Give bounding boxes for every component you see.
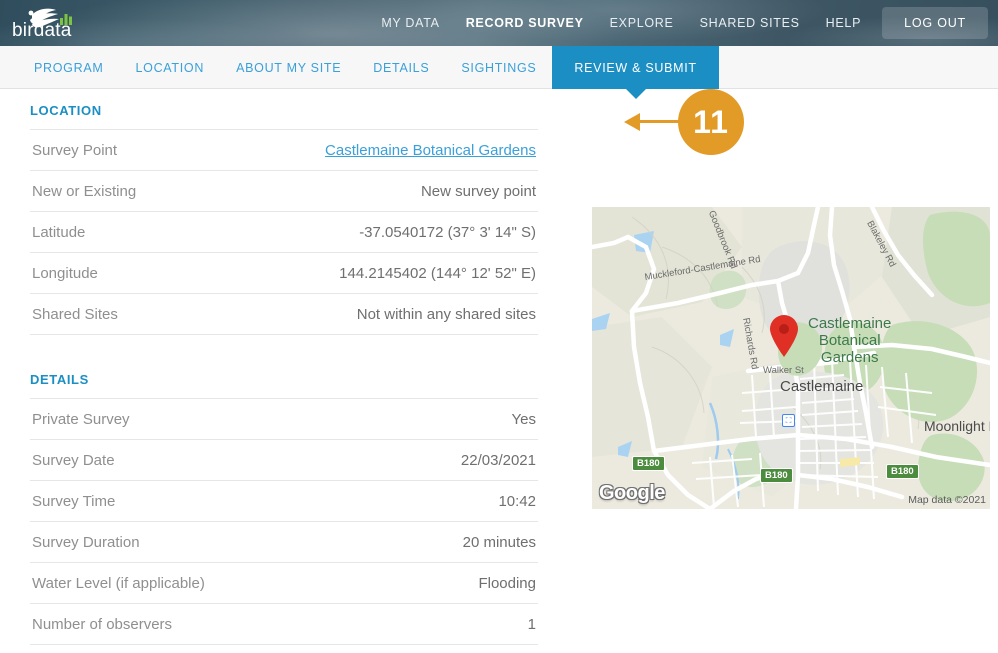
table-row: Water Level (if applicable) Flooding — [30, 563, 538, 604]
row-value: 10:42 — [498, 493, 536, 510]
map-attribution: Map data ©2021 — [908, 494, 986, 506]
row-value: 22/03/2021 — [460, 452, 536, 469]
map-highway-shield: B180 — [632, 456, 665, 471]
section-title-details: DETAILS — [30, 372, 89, 387]
tab-details[interactable]: DETAILS — [357, 46, 445, 89]
table-row: Survey Date 22/03/2021 — [30, 440, 538, 481]
row-label: Latitude — [32, 224, 86, 241]
map-location-pin-icon — [770, 315, 798, 357]
row-label: New or Existing — [32, 183, 137, 200]
row-value: New survey point — [420, 183, 536, 200]
table-row: Survey Point Castlemaine Botanical Garde… — [30, 130, 538, 171]
survey-point-link[interactable]: Castlemaine Botanical Gardens — [325, 142, 536, 159]
row-value: Yes — [511, 411, 536, 428]
brand-wordmark: birdata — [12, 20, 72, 41]
row-label: Survey Time — [32, 493, 116, 510]
map-highway-shield: B180 — [886, 464, 919, 479]
row-value: Flooding — [478, 575, 536, 592]
tab-list: PROGRAM LOCATION ABOUT MY SITE DETAILS S… — [0, 46, 998, 99]
table-row: Survey Duration 20 minutes — [30, 522, 538, 563]
main-content: LOCATION Survey Point Castlemaine Botani… — [0, 89, 998, 653]
nav-item-help[interactable]: HELP — [813, 0, 874, 46]
table-row: Shared Sites Not within any shared sites — [30, 294, 538, 335]
map-poi-icon: ⛶ — [782, 414, 795, 427]
row-value: Not within any shared sites — [356, 306, 536, 323]
nav-item-my-data[interactable]: MY DATA — [368, 0, 452, 46]
details-rows: Private Survey Yes Survey Date 22/03/202… — [30, 398, 538, 645]
row-value: 1 — [527, 616, 536, 633]
nav-item-shared-sites[interactable]: SHARED SITES — [687, 0, 813, 46]
tab-review-and-submit[interactable]: REVIEW & SUBMIT — [552, 46, 719, 99]
row-value: 144.2145402 (144° 12' 52" E) — [339, 265, 536, 282]
table-row: New or Existing New survey point — [30, 171, 538, 212]
row-label: Longitude — [32, 265, 98, 282]
row-label: Private Survey — [32, 411, 130, 428]
tab-location[interactable]: LOCATION — [120, 46, 221, 89]
nav-item-explore[interactable]: EXPLORE — [597, 0, 687, 46]
table-row: Survey Time 10:42 — [30, 481, 538, 522]
row-label: Survey Point — [32, 142, 118, 159]
table-row: Latitude -37.0540172 (37° 3' 14" S) — [30, 212, 538, 253]
tab-sightings[interactable]: SIGHTINGS — [445, 46, 552, 89]
row-label: Shared Sites — [32, 306, 118, 323]
row-label: Survey Date — [32, 452, 115, 469]
section-divider-space — [30, 335, 538, 372]
logout-button[interactable]: LOG OUT — [882, 7, 988, 39]
survey-step-tabbar: PROGRAM LOCATION ABOUT MY SITE DETAILS S… — [0, 46, 998, 155]
top-navigation: MY DATA RECORD SURVEY EXPLORE SHARED SIT… — [368, 0, 998, 46]
location-rows: Survey Point Castlemaine Botanical Garde… — [30, 129, 538, 335]
review-summary-panel: LOCATION Survey Point Castlemaine Botani… — [30, 103, 538, 645]
row-label: Water Level (if applicable) — [32, 575, 205, 592]
location-map[interactable]: Castlemaine Botanical Gardens Castlemain… — [592, 207, 990, 509]
tab-about-my-site[interactable]: ABOUT MY SITE — [220, 46, 357, 89]
row-label: Survey Duration — [32, 534, 140, 551]
map-highway-shield: B180 — [760, 468, 793, 483]
table-row: Private Survey Yes — [30, 399, 538, 440]
nav-item-record-survey[interactable]: RECORD SURVEY — [453, 0, 597, 46]
site-header: birdata MY DATA RECORD SURVEY EXPLORE SH… — [0, 0, 998, 46]
table-row: Number of observers 1 — [30, 604, 538, 645]
google-watermark: Google — [599, 482, 665, 504]
section-title-location: LOCATION — [30, 103, 102, 118]
row-value: 20 minutes — [462, 534, 536, 551]
tab-program[interactable]: PROGRAM — [18, 46, 120, 89]
table-row: Longitude 144.2145402 (144° 12' 52" E) — [30, 253, 538, 294]
row-value: -37.0540172 (37° 3' 14" S) — [359, 224, 536, 241]
row-label: Number of observers — [32, 616, 173, 633]
